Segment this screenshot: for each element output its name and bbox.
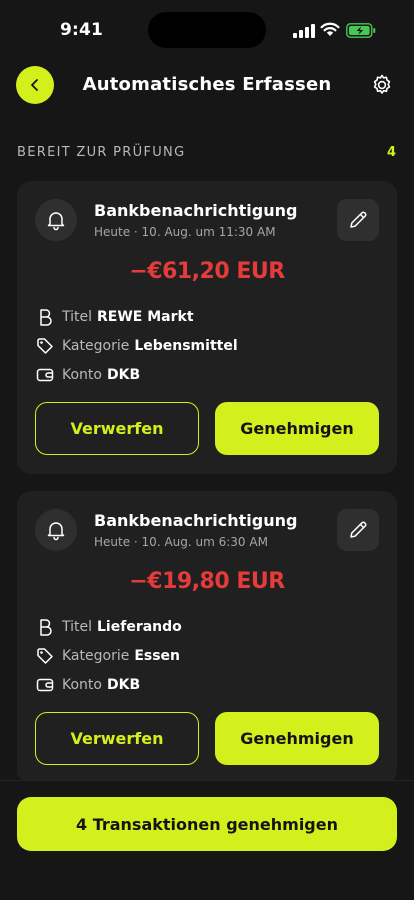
dynamic-island xyxy=(148,12,266,48)
edit-button[interactable] xyxy=(337,509,379,551)
transaction-amount: −€19,80 EUR xyxy=(129,569,285,594)
tag-icon xyxy=(35,646,55,666)
battery-charging-icon xyxy=(346,23,376,38)
gear-icon[interactable] xyxy=(370,73,394,97)
approve-all-button[interactable]: 4 Transaktionen genehmigen xyxy=(17,797,397,851)
transaction-amount: −€61,20 EUR xyxy=(129,259,285,284)
section-label: BEREIT ZUR PRÜFUNG xyxy=(17,145,186,160)
section-count: 4 xyxy=(386,145,396,160)
transaction-card: Bankbenachrichtigung Heute · 10. Aug. um… xyxy=(17,491,397,784)
pencil-icon xyxy=(350,211,367,228)
approve-button[interactable]: Genehmigen xyxy=(215,712,379,765)
bell-icon xyxy=(47,522,65,541)
field-value: Lieferando xyxy=(97,619,182,635)
reject-button[interactable]: Verwerfen xyxy=(35,712,199,765)
field-label: Titel xyxy=(62,619,93,635)
field-account: Konto DKB xyxy=(35,365,140,385)
notification-avatar xyxy=(35,509,77,551)
tag-icon xyxy=(35,336,55,356)
page-title: Automatisches Erfassen xyxy=(82,74,332,95)
pencil-icon xyxy=(350,521,367,538)
field-value: REWE Markt xyxy=(97,309,194,325)
field-category: Kategorie Lebensmittel xyxy=(35,336,238,356)
field-category: Kategorie Essen xyxy=(35,646,180,666)
reject-button[interactable]: Verwerfen xyxy=(35,402,199,455)
field-label: Konto xyxy=(62,367,102,383)
field-account: Konto DKB xyxy=(35,675,140,695)
field-title: Titel REWE Markt xyxy=(35,307,194,327)
status-time: 9:41 xyxy=(60,20,104,40)
edit-button[interactable] xyxy=(337,199,379,241)
signal-icon xyxy=(293,24,315,38)
wallet-icon xyxy=(35,365,55,385)
field-value: Essen xyxy=(134,648,181,664)
wallet-icon xyxy=(35,675,55,695)
card-timestamp: Heute · 10. Aug. um 6:30 AM xyxy=(94,535,268,549)
status-bar: 9:41 xyxy=(0,0,414,56)
bell-icon xyxy=(47,212,65,231)
b-letter-icon xyxy=(35,307,55,327)
b-letter-icon xyxy=(35,617,55,637)
approve-button[interactable]: Genehmigen xyxy=(215,402,379,455)
wifi-icon xyxy=(320,22,340,36)
card-title: Bankbenachrichtigung xyxy=(94,511,298,530)
transaction-card: Bankbenachrichtigung Heute · 10. Aug. um… xyxy=(17,181,397,474)
field-label: Konto xyxy=(62,677,102,693)
card-title: Bankbenachrichtigung xyxy=(94,201,298,220)
field-label: Kategorie xyxy=(62,338,130,354)
field-title: Titel Lieferando xyxy=(35,617,182,637)
field-label: Titel xyxy=(62,309,93,325)
field-value: Lebensmittel xyxy=(134,338,238,354)
field-value: DKB xyxy=(106,677,141,693)
notification-avatar xyxy=(35,199,77,241)
field-value: DKB xyxy=(106,367,141,383)
field-label: Kategorie xyxy=(62,648,130,664)
card-timestamp: Heute · 10. Aug. um 11:30 AM xyxy=(94,225,276,239)
